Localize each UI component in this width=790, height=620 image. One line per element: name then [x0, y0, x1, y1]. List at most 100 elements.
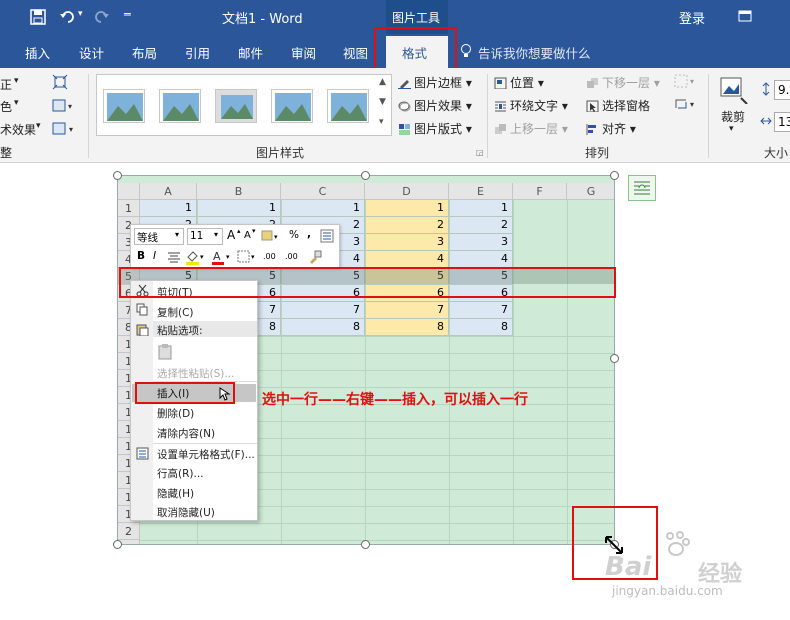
font-size-box[interactable]: 11 ▾	[187, 228, 223, 245]
change-picture-icon[interactable]: ▾	[52, 98, 76, 114]
undo-dropdown-icon[interactable]: ▾	[78, 9, 83, 19]
redo-icon[interactable]	[94, 9, 110, 25]
svg-text:▾: ▾	[274, 233, 278, 241]
borders-icon[interactable]: ▾	[237, 250, 259, 264]
chevron-down-icon: ▾	[175, 230, 180, 239]
accounting-format-icon[interactable]: ▾	[261, 229, 279, 243]
tab-mailings[interactable]: 邮件	[238, 43, 263, 62]
fill-color-icon[interactable]: ▾	[185, 249, 207, 265]
grid-line	[513, 200, 514, 544]
paste-option-clipboard-icon[interactable]	[157, 343, 175, 361]
shrink-font-button[interactable]: A	[244, 230, 251, 241]
resize-handle[interactable]	[361, 171, 370, 180]
height-field[interactable]: 9.	[774, 80, 790, 100]
resize-handle[interactable]	[361, 540, 370, 549]
color-button[interactable]: 色	[0, 98, 12, 115]
picture-border-button[interactable]: 图片边框 ▾	[398, 74, 472, 91]
picture-layout-button[interactable]: 图片版式 ▾	[398, 120, 472, 137]
rotate-icon[interactable]: ▾	[674, 97, 698, 111]
tab-insert[interactable]: 插入	[25, 43, 50, 62]
width-value: 13	[778, 115, 790, 129]
menu-divider	[153, 443, 257, 444]
font-name-box[interactable]: 等线 ▾	[134, 228, 184, 245]
increase-decimal-button[interactable]: .00	[263, 252, 276, 261]
font-color-icon[interactable]: A ▾	[211, 249, 233, 265]
crop-button[interactable]: 裁剪	[721, 108, 745, 125]
menu-item-clear-contents[interactable]: 清除内容(N)	[157, 426, 215, 441]
save-icon[interactable]	[30, 9, 46, 25]
picture-styles-gallery[interactable]: ▲ ▼ ▾	[96, 74, 392, 136]
resize-handle[interactable]	[610, 171, 619, 180]
tell-me-box[interactable]: 告诉我你想要做什么	[478, 43, 591, 62]
effects-icon	[398, 101, 411, 112]
menu-item-delete[interactable]: 删除(D)	[157, 406, 194, 421]
resize-handle[interactable]	[113, 171, 122, 180]
selection-pane-button[interactable]: 选择窗格	[586, 97, 650, 114]
picture-layout-label: 图片版式	[414, 122, 463, 136]
menu-item-copy[interactable]: 复制(C)	[157, 305, 194, 320]
table-cell: 1	[365, 200, 449, 217]
format-painter-brush-icon[interactable]	[307, 249, 323, 265]
group-objects-icon[interactable]: ▾	[674, 74, 698, 88]
picture-style-thumb[interactable]	[271, 89, 313, 123]
crop-icon[interactable]	[717, 74, 749, 104]
corrections-button[interactable]: 正	[0, 76, 12, 93]
tab-references[interactable]: 引用	[185, 43, 210, 62]
ribbon-display-icon[interactable]	[738, 10, 752, 22]
gallery-more-icon[interactable]: ▾	[379, 117, 384, 127]
artistic-effects-button[interactable]: 术效果	[0, 121, 36, 138]
adjust-group-label: 整	[0, 146, 13, 160]
align-button[interactable]: 对齐 ▾	[586, 120, 636, 137]
login-link[interactable]: 登录	[679, 8, 705, 27]
layout-options-button[interactable]	[628, 175, 656, 201]
column-header-d: D	[365, 183, 449, 200]
comma-style-button[interactable]: ,	[307, 228, 311, 240]
menu-item-hide[interactable]: 隐藏(H)	[157, 486, 194, 501]
dialog-launcher-icon[interactable]: ◲	[476, 148, 484, 157]
picture-effects-button[interactable]: 图片效果 ▾	[398, 97, 472, 114]
tab-view[interactable]: 视图	[343, 43, 368, 62]
size-group-label: 大小	[764, 146, 789, 160]
align-center-icon[interactable]	[167, 251, 181, 263]
menu-item-row-height[interactable]: 行高(R)...	[157, 466, 204, 481]
decrease-decimal-button[interactable]: .00	[285, 252, 298, 261]
gallery-up-icon[interactable]: ▲	[379, 77, 386, 87]
column-header-c: C	[281, 183, 365, 200]
grow-font-button[interactable]: A	[227, 228, 235, 242]
picture-tools-label: 图片工具	[392, 11, 441, 25]
font-size-value: 11	[190, 230, 204, 242]
width-field[interactable]: 13	[774, 112, 790, 132]
tab-layout[interactable]: 布局	[132, 43, 157, 62]
picture-style-thumb[interactable]	[327, 89, 369, 123]
undo-icon[interactable]	[59, 9, 77, 25]
wrap-text-button[interactable]: 环绕文字 ▾	[494, 97, 568, 114]
wrap-text-label: 环绕文字	[510, 99, 559, 113]
bring-forward-button[interactable]: 上移一层 ▾	[494, 120, 568, 137]
percent-style-button[interactable]: %	[289, 229, 299, 241]
italic-button[interactable]: I	[153, 250, 156, 262]
bold-button[interactable]: B	[137, 250, 145, 262]
copy-icon	[136, 303, 148, 316]
picture-style-thumb[interactable]	[159, 89, 201, 123]
picture-border-label: 图片边框	[414, 76, 463, 90]
position-button[interactable]: 位置 ▾	[494, 74, 544, 91]
grow-font-icon: ▴	[237, 227, 241, 235]
menu-item-format-cells[interactable]: 设置单元格格式(F)...	[157, 447, 255, 462]
gallery-down-icon[interactable]: ▼	[379, 97, 386, 107]
customize-qat-icon[interactable]: ═	[124, 8, 131, 21]
resize-handle[interactable]	[113, 540, 122, 549]
send-backward-button[interactable]: 下移一层 ▾	[586, 74, 660, 91]
picture-style-thumb[interactable]	[215, 89, 257, 123]
column-header-b: B	[197, 183, 281, 200]
menu-item-paste-special[interactable]: 选择性粘贴(S)...	[157, 366, 234, 381]
format-painter-icon[interactable]	[319, 229, 335, 243]
resize-handle[interactable]	[610, 354, 619, 363]
picture-style-thumb[interactable]	[103, 89, 145, 123]
reset-picture-icon[interactable]: ▾	[52, 121, 80, 137]
compress-pictures-icon[interactable]	[52, 74, 68, 90]
menu-item-unhide[interactable]: 取消隐藏(U)	[157, 505, 215, 520]
document-title: 文档1 - Word	[222, 12, 303, 27]
send-backward-label: 下移一层	[602, 76, 651, 90]
tab-review[interactable]: 审阅	[291, 43, 316, 62]
tab-design[interactable]: 设计	[79, 43, 104, 62]
